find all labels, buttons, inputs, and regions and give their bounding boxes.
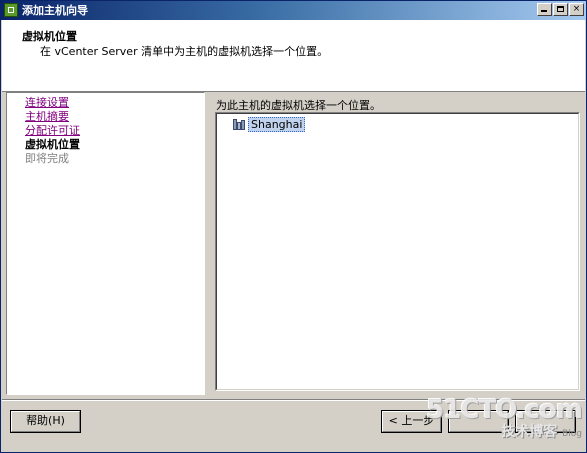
footer-divider-highlight	[2, 400, 585, 401]
wizard-steps-panel: 连接设置 主机摘要 分配许可证 虚拟机位置 即将完成	[6, 92, 205, 395]
vsphere-app-icon	[4, 3, 18, 17]
tree-node-shanghai[interactable]: Shanghai	[232, 116, 306, 132]
back-button-label: < 上一步	[388, 414, 435, 427]
content-panel: 为此主机的虚拟机选择一个位置。 Shanghai	[209, 92, 584, 395]
window-controls: ×	[536, 3, 584, 18]
minimize-icon	[541, 10, 547, 12]
minimize-button[interactable]	[537, 3, 552, 16]
next-button[interactable]	[448, 410, 509, 433]
maximize-button[interactable]	[553, 3, 568, 16]
wizard-steps-list: 连接设置 主机摘要 分配许可证 虚拟机位置 即将完成	[25, 96, 80, 166]
step-host-summary[interactable]: 主机摘要	[25, 110, 80, 124]
inventory-tree[interactable]: Shanghai	[215, 112, 580, 391]
page-subtitle: 在 vCenter Server 清单中为主机的虚拟机选择一个位置。	[40, 45, 329, 58]
close-icon: ×	[572, 4, 581, 14]
tree-node-label: Shanghai	[248, 116, 306, 132]
title-bar[interactable]: 添加主机向导 ×	[1, 1, 586, 20]
step-connection-settings[interactable]: 连接设置	[25, 96, 80, 110]
help-button[interactable]: 帮助(H)	[10, 410, 81, 433]
page-title: 虚拟机位置	[22, 30, 77, 43]
step-assign-license[interactable]: 分配许可证	[25, 124, 80, 138]
window-title: 添加主机向导	[22, 4, 88, 17]
step-vm-location: 虚拟机位置	[25, 138, 80, 151]
wizard-header: 虚拟机位置 在 vCenter Server 清单中为主机的虚拟机选择一个位置。	[2, 20, 585, 92]
step-ready-to-complete: 即将完成	[25, 152, 69, 165]
inventory-tree-frame	[216, 113, 579, 390]
datacenter-icon	[232, 118, 245, 131]
wizard-window: 添加主机向导 × 虚拟机位置 在 vCenter Server 清单中为主机的虚…	[0, 0, 587, 453]
cancel-button[interactable]	[515, 410, 576, 433]
help-button-label: 帮助(H)	[26, 414, 65, 427]
location-prompt: 为此主机的虚拟机选择一个位置。	[216, 99, 381, 112]
close-button[interactable]: ×	[569, 3, 584, 16]
back-button[interactable]: < 上一步	[381, 410, 442, 433]
maximize-icon	[557, 6, 564, 12]
